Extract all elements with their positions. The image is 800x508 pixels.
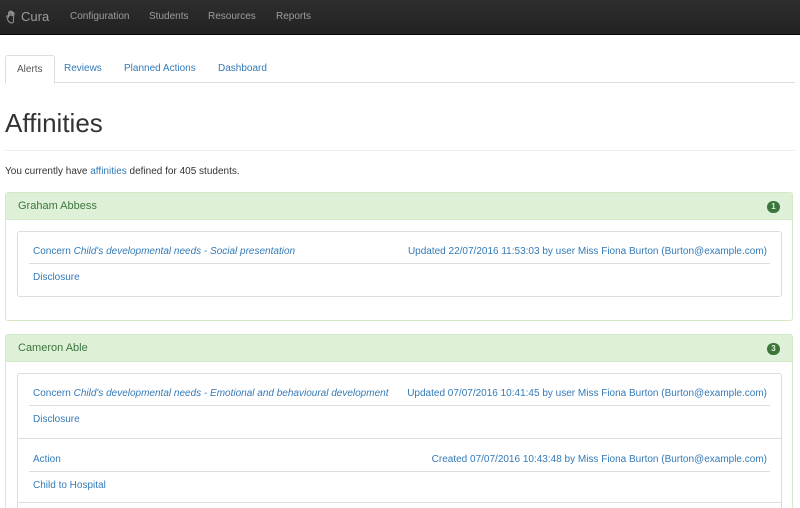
student-panel-heading[interactable]: Graham Abbess 1 [6, 193, 792, 220]
entry-separator [18, 438, 781, 439]
nav-reports[interactable]: Reports [276, 11, 311, 22]
entry-detail[interactable]: Disclosure [33, 272, 80, 283]
nav-configuration[interactable]: Configuration [70, 11, 129, 22]
student-panel: Graham Abbess 1 Concern Child's developm… [5, 192, 793, 321]
brand-label: Cura [21, 9, 50, 24]
tab-alerts[interactable]: Alerts [5, 55, 55, 84]
entry-category: Child's developmental needs - Social pre… [73, 246, 296, 257]
entry-type[interactable]: Concern Child's developmental needs - Em… [33, 388, 388, 399]
entry-meta[interactable]: Created 07/07/2016 10:43:48 by Miss Fion… [432, 454, 767, 465]
entry-meta[interactable]: Updated 22/07/2016 11:53:03 by user Miss… [408, 246, 767, 257]
tab-dashboard[interactable]: Dashboard [207, 55, 278, 83]
entry-type[interactable]: Concern Child's developmental needs - So… [33, 246, 295, 257]
student-panel: Cameron Able 3 Concern Child's developme… [5, 334, 793, 508]
alert-count-badge: 3 [767, 343, 780, 355]
intro-text: You currently have affinities defined fo… [5, 166, 240, 177]
tab-reviews[interactable]: Reviews [53, 55, 113, 83]
entry-list: Concern Child's developmental needs - Em… [17, 373, 782, 508]
student-name[interactable]: Graham Abbess [18, 200, 97, 212]
student-name[interactable]: Cameron Able [18, 342, 88, 354]
entry-header-row[interactable]: Concern Child's developmental needs - So… [29, 238, 770, 264]
entry-separator [18, 502, 781, 503]
intro-after: defined for 405 students. [129, 166, 240, 177]
entry-type-label: Concern [33, 246, 71, 257]
entry-type-label: Action [33, 454, 61, 465]
student-panel-heading[interactable]: Cameron Able 3 [6, 335, 792, 362]
entry-type[interactable]: Action [33, 454, 61, 465]
entry-header-row[interactable]: Concern Child's developmental needs - Em… [29, 380, 770, 406]
entry-list: Concern Child's developmental needs - So… [17, 231, 782, 297]
tab-bar: Alerts Reviews Planned Actions Dashboard [5, 55, 795, 84]
alert-count-badge: 1 [767, 201, 780, 213]
entry-meta[interactable]: Updated 07/07/2016 10:41:45 by user Miss… [407, 388, 767, 399]
page-title: Affinities [5, 108, 103, 138]
brand[interactable]: Cura [6, 9, 49, 24]
tab-planned-actions[interactable]: Planned Actions [113, 55, 207, 83]
nav-students[interactable]: Students [149, 11, 188, 22]
entry-detail[interactable]: Child to Hospital [33, 480, 106, 491]
top-navbar: Cura Configuration Students Resources Re… [0, 0, 800, 35]
entry-category: Child's developmental needs - Emotional … [73, 388, 389, 399]
entry-type-label: Concern [33, 388, 71, 399]
intro-before: You currently have [5, 166, 88, 177]
entry-header-row[interactable]: Action Created 07/07/2016 10:43:48 by Mi… [29, 446, 770, 472]
title-divider [5, 150, 795, 151]
affinities-link[interactable]: affinities [90, 166, 127, 177]
nav-resources[interactable]: Resources [208, 11, 256, 22]
hand-logo-icon [6, 9, 18, 24]
entry-detail[interactable]: Disclosure [33, 414, 80, 425]
